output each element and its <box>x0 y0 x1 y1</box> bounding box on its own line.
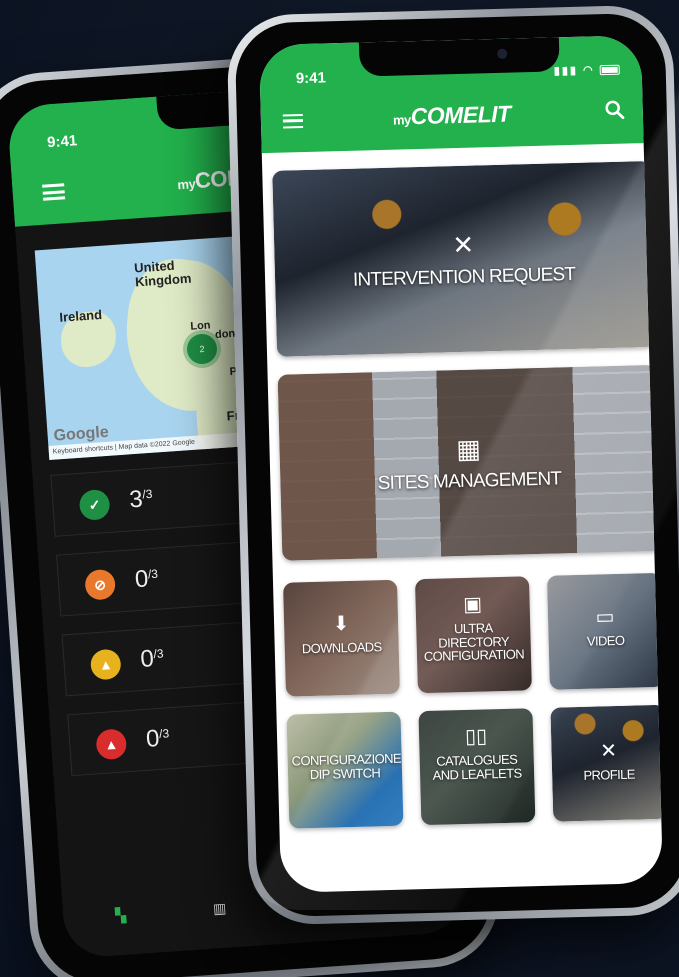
status-count: 3/3 <box>128 485 153 514</box>
tile-profile[interactable]: ✕ PROFILE <box>550 704 664 822</box>
tile-ultra-directory[interactable]: ▣ ULTRA DIRECTORY CONFIGURATION <box>414 576 532 694</box>
tile-label: CONFIGURAZIONE DIP SWITCH <box>291 750 402 782</box>
download-icon: ⬇ <box>332 612 350 636</box>
system-status-icons: ▮▮▮ ◠ <box>553 63 620 78</box>
warning-icon: ▲ <box>89 648 122 681</box>
check-icon: ✓ <box>78 488 111 521</box>
wifi-icon: ◠ <box>582 64 595 77</box>
front-notch <box>358 37 560 77</box>
tile-sites-management[interactable]: ▦ SITES MANAGEMENT <box>277 364 661 561</box>
back-status-time: 9:41 <box>46 132 78 152</box>
tile-intervention-request[interactable]: ✕ INTERVENTION REQUEST <box>272 160 655 357</box>
tools-icon: ✕ <box>599 740 618 763</box>
contacts-icon: ▣ <box>462 593 483 616</box>
status-count: 0/3 <box>145 724 170 753</box>
status-time: 9:41 <box>295 69 327 88</box>
map-label-ireland: Ireland <box>58 306 103 325</box>
tile-dip-switch[interactable]: CONFIGURAZIONE DIP SWITCH <box>286 711 404 829</box>
dashboard-icon[interactable]: ▚ <box>115 907 127 925</box>
tile-catalogues[interactable]: ▯▯ CATALOGUES AND LEAFLETS <box>418 708 536 826</box>
tile-label: CATALOGUES AND LEAFLETS <box>432 751 522 783</box>
map-label-don: don <box>214 327 236 342</box>
back-menu-icon[interactable] <box>42 183 66 201</box>
no-signal-icon: ⊘ <box>84 568 117 601</box>
tile-label: ULTRA DIRECTORY CONFIGURATION <box>423 620 525 665</box>
front-phone-bezel: 9:41 ▮▮▮ ◠ myCOMELIT ✕ INTERVENTION REQU… <box>234 12 679 918</box>
book-icon: ▯▯ <box>464 725 488 748</box>
app-logo: myCOMELIT <box>392 100 511 130</box>
buildings-icon[interactable]: ▥ <box>212 900 226 918</box>
front-phone: 9:41 ▮▮▮ ◠ myCOMELIT ✕ INTERVENTION REQU… <box>226 4 679 926</box>
search-icon[interactable] <box>604 100 625 121</box>
signal-bars-icon: ▮▮▮ <box>553 64 579 78</box>
monitor-play-icon: ▭ <box>595 606 615 629</box>
alert-icon: ▲ <box>95 728 128 761</box>
tile-label: DOWNLOADS <box>301 639 382 657</box>
menu-icon[interactable] <box>282 114 304 129</box>
tile-video[interactable]: ▭ VIDEO <box>546 572 664 690</box>
map-label-lon: Lon <box>189 319 211 333</box>
status-count: 0/3 <box>133 565 159 594</box>
battery-icon <box>599 64 620 76</box>
front-phone-screen: 9:41 ▮▮▮ ◠ myCOMELIT ✕ INTERVENTION REQU… <box>258 35 664 893</box>
tile-downloads[interactable]: ⬇ DOWNLOADS <box>283 579 400 697</box>
map-label-uk: United Kingdom <box>133 257 192 290</box>
tile-label: PROFILE <box>583 766 636 783</box>
status-count: 0/3 <box>139 645 164 674</box>
